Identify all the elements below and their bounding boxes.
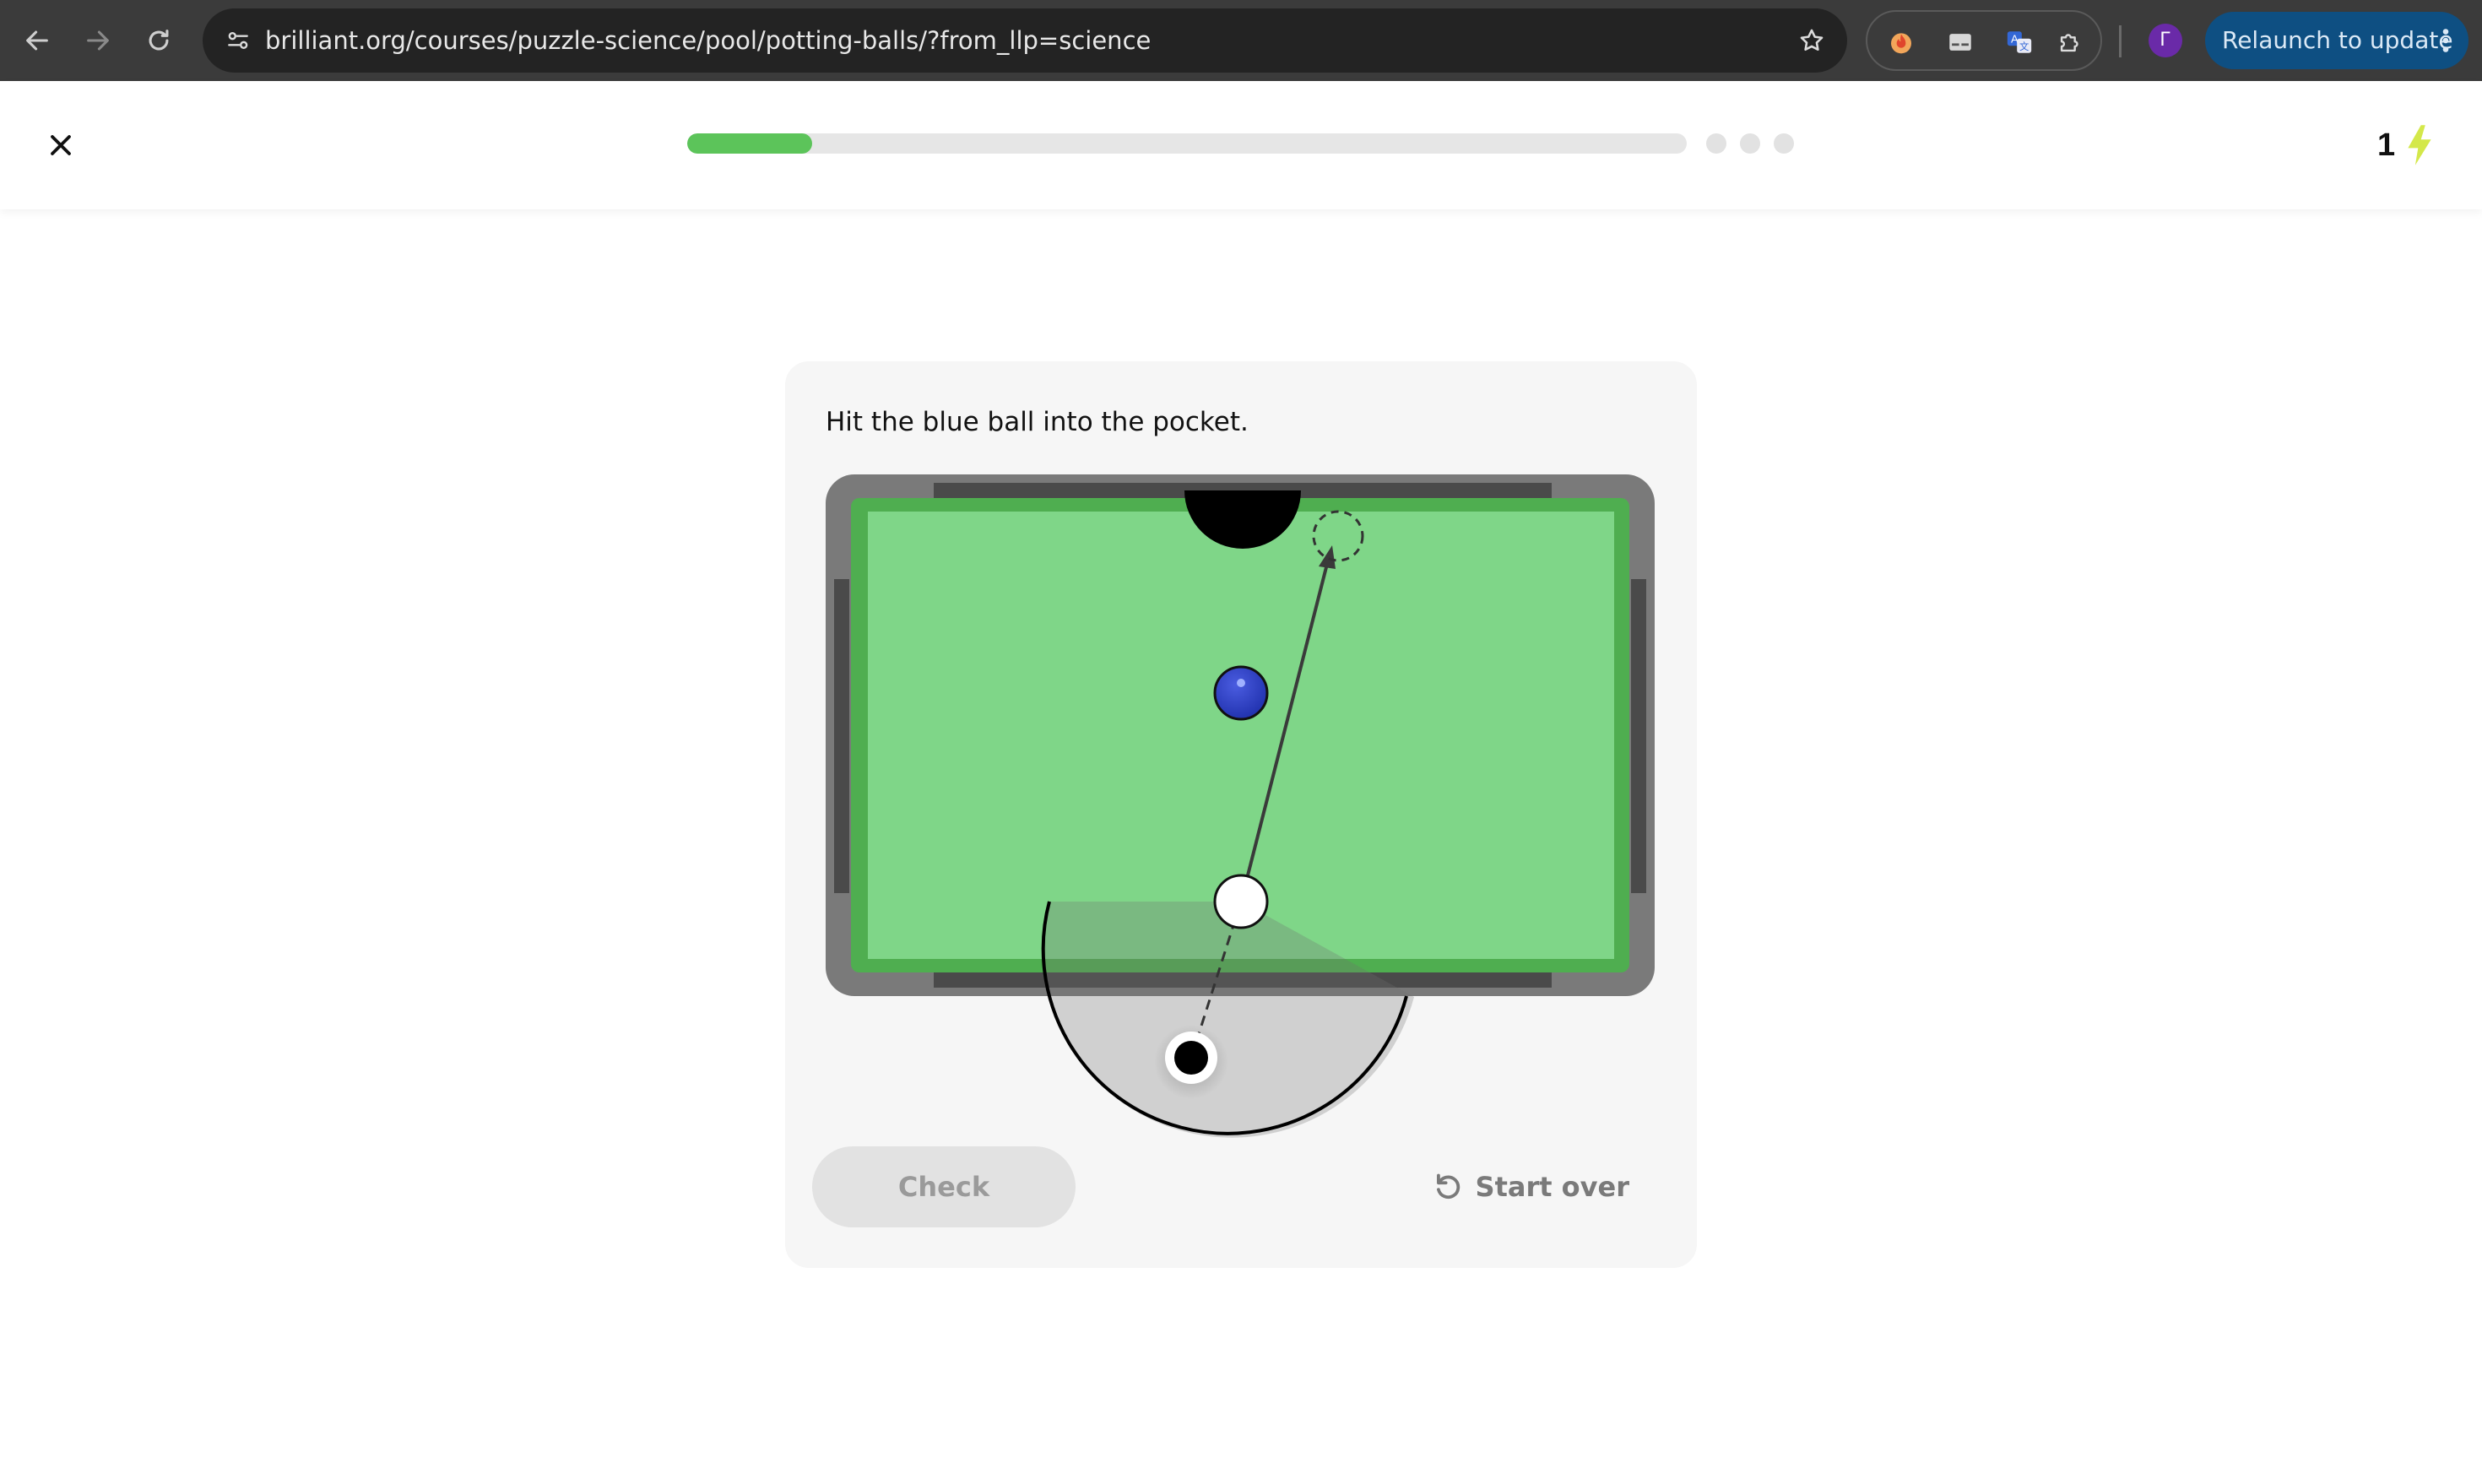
- relaunch-button[interactable]: Relaunch to update: [2205, 12, 2468, 69]
- cushion-left: [834, 579, 849, 893]
- blue-ball-highlight: [1237, 679, 1245, 687]
- site-info-icon: [228, 32, 248, 49]
- browser-toolbar: brilliant.org/courses/puzzle-science/poo…: [0, 0, 2482, 81]
- start-over-label: Start over: [1475, 1171, 1629, 1203]
- close-icon: [51, 135, 71, 155]
- flame-extension-icon: [1891, 33, 1911, 54]
- lesson-progress-bar: [687, 133, 1687, 154]
- reload-button[interactable]: [132, 14, 186, 68]
- aim-knob-center: [1174, 1041, 1208, 1075]
- pool-table-canvas: [826, 474, 1655, 1138]
- check-button[interactable]: Check: [812, 1146, 1076, 1227]
- toolbar-divider: [2119, 25, 2122, 57]
- site-info-button[interactable]: [214, 17, 262, 64]
- back-arrow-icon: [26, 30, 48, 51]
- extensions-menu-button[interactable]: [2048, 20, 2092, 64]
- relaunch-label: Relaunch to update: [2222, 26, 2453, 54]
- svg-text:文: 文: [2019, 41, 2029, 52]
- address-bar[interactable]: brilliant.org/courses/puzzle-science/poo…: [203, 8, 1847, 73]
- forward-arrow-icon: [87, 30, 109, 51]
- translate-extension-button[interactable]: A 文: [1997, 20, 2041, 64]
- restart-icon: [1436, 1173, 1460, 1200]
- close-lesson-button[interactable]: [39, 123, 83, 167]
- flame-extension-button[interactable]: [1879, 20, 1923, 64]
- bookmark-button[interactable]: [1788, 17, 1835, 64]
- profile-avatar[interactable]: Г: [2149, 24, 2182, 57]
- lightning-bolt-icon: [2408, 125, 2431, 165]
- more-vert-icon: [2442, 29, 2449, 52]
- progress-step-dot: [1774, 133, 1794, 154]
- restart-icon-wrap: [1432, 1171, 1464, 1203]
- start-over-button[interactable]: Start over: [1432, 1146, 1629, 1227]
- extensions-group: A 文: [1866, 10, 2102, 71]
- energy-counter: 1: [2377, 120, 2434, 171]
- puzzle-extensions-icon: [2060, 34, 2078, 52]
- cushion-right: [1631, 579, 1646, 893]
- back-button[interactable]: [10, 14, 64, 68]
- blue-target-ball: [1213, 665, 1269, 721]
- subtitles-extension-button[interactable]: [1938, 20, 1982, 64]
- progress-step-dot: [1706, 133, 1726, 154]
- puzzle-card: Hit the blue ball into the pocket. Check…: [785, 361, 1697, 1268]
- url-text[interactable]: brilliant.org/courses/puzzle-science/poo…: [265, 8, 1151, 73]
- more-menu-button[interactable]: [2441, 12, 2450, 69]
- cue-ball[interactable]: [1213, 874, 1269, 929]
- bookmark-star-icon: [1800, 29, 1824, 51]
- lesson-progress-fill: [687, 133, 812, 154]
- translate-extension-icon: A 文: [2007, 31, 2032, 53]
- energy-count: 1: [2377, 127, 2396, 163]
- forward-button[interactable]: [71, 14, 125, 68]
- lesson-header: 1: [0, 81, 2482, 209]
- progress-step-dot: [1740, 133, 1760, 154]
- reload-icon: [149, 30, 169, 51]
- subtitles-extension-icon: [1949, 34, 1971, 51]
